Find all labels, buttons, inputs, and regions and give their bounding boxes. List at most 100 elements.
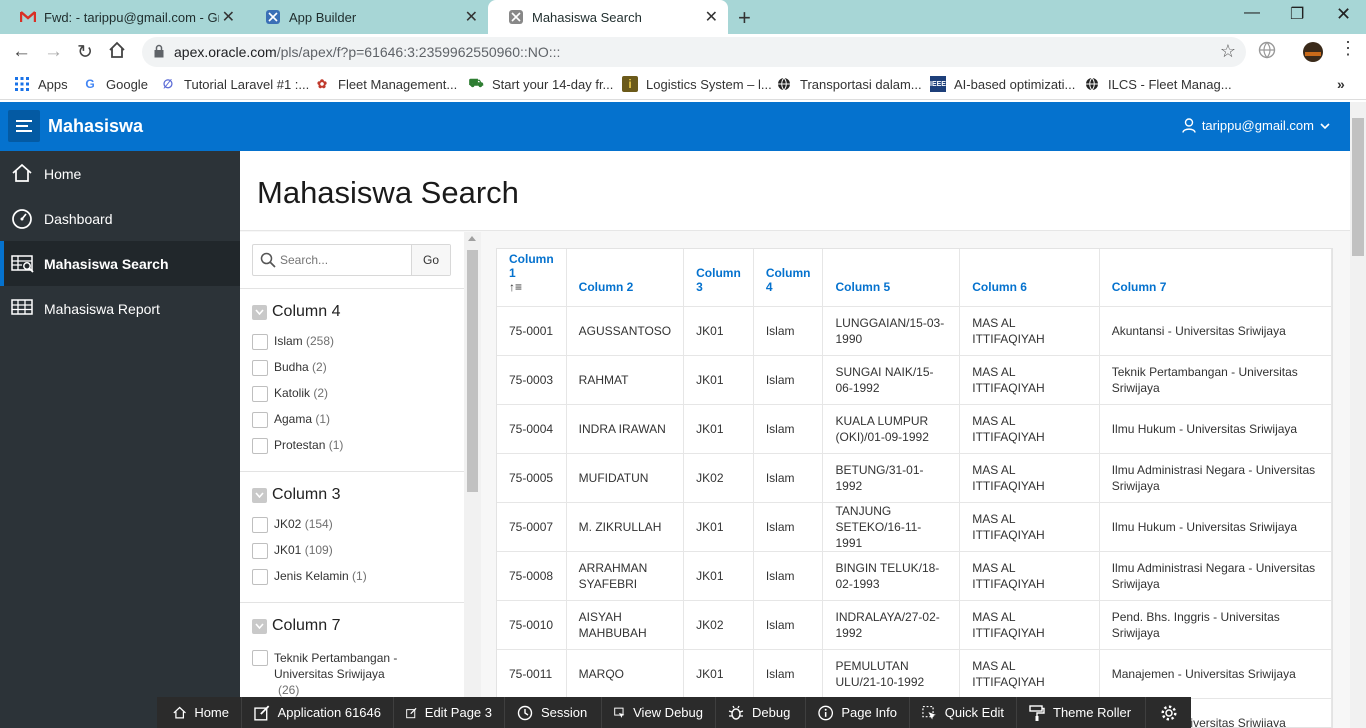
nav-item-home[interactable]: Home <box>0 151 240 196</box>
dev-page-info-button[interactable]: Page Info <box>806 697 910 728</box>
bookmark-google[interactable]: G Google <box>82 76 148 92</box>
tab-close-icon[interactable]: ✕ <box>465 7 478 27</box>
go-button[interactable]: Go <box>411 245 450 275</box>
facet-scrollbar[interactable] <box>464 232 481 728</box>
facet-option[interactable]: Jenis Kelamin (1) <box>252 569 367 585</box>
debug-view-icon <box>614 707 625 718</box>
user-menu[interactable]: tarippu@gmail.com <box>1182 118 1330 133</box>
facet-option[interactable]: JK01 (109) <box>252 543 333 559</box>
scrollbar-thumb[interactable] <box>1352 118 1364 256</box>
nav-toggle-button[interactable] <box>8 110 40 142</box>
bookmark-fleet[interactable]: ✿ Fleet Management... <box>314 76 457 92</box>
browser-menu-icon[interactable]: ⋮ <box>1339 38 1357 59</box>
table-cell: MAS AL ITTIFAQIYAH <box>959 306 1100 356</box>
search-report-icon <box>11 253 35 276</box>
facet-option[interactable]: JK02 (154) <box>252 517 333 533</box>
bookmark-star-icon[interactable]: ☆ <box>1220 41 1236 62</box>
logistics-icon: i <box>622 76 638 92</box>
facet-option[interactable]: Katolik (2) <box>252 386 328 402</box>
nav-item-mahasiswa-report[interactable]: Mahasiswa Report <box>0 286 240 331</box>
facet-option[interactable]: Budha (2) <box>252 360 327 376</box>
column-header[interactable]: Column 5 <box>822 249 961 307</box>
search-icon <box>260 252 276 273</box>
checkbox[interactable] <box>252 438 268 454</box>
bookmark-ilcs[interactable]: ILCS - Fleet Manag... <box>1084 76 1232 92</box>
dev-home-button[interactable]: Home <box>157 697 242 728</box>
nav-item-dashboard[interactable]: Dashboard <box>0 196 240 241</box>
app-name[interactable]: Mahasiswa <box>48 116 143 137</box>
browser-tab-app-builder[interactable]: App Builder ✕ <box>245 0 488 34</box>
back-icon[interactable]: ← <box>12 41 31 63</box>
home-icon[interactable] <box>108 41 126 65</box>
checkbox[interactable] <box>252 517 268 533</box>
column-header[interactable]: Column 6 <box>959 249 1100 307</box>
url-text: apex.oracle.com/pls/apex/f?p=61646:3:235… <box>174 44 561 60</box>
column-header[interactable]: Column 3 <box>683 249 754 307</box>
address-bar[interactable]: apex.oracle.com/pls/apex/f?p=61646:3:235… <box>142 37 1246 67</box>
dev-application-button[interactable]: Application 61646 <box>242 697 394 728</box>
dev-settings-button[interactable] <box>1146 697 1191 728</box>
close-window-icon[interactable]: ✕ <box>1336 4 1351 25</box>
table-cell: INDRA IRAWAN <box>566 404 685 454</box>
bookmark-trial[interactable]: ⛟ Start your 14-day fr... <box>468 76 613 92</box>
extension-globe-icon[interactable] <box>1258 41 1276 64</box>
column-header[interactable]: Column 1 ↑≡ <box>497 249 567 307</box>
bookmark-ieee[interactable]: IEEE AI-based optimizati... <box>930 76 1075 92</box>
facet-option[interactable]: Protestan (1) <box>252 438 343 454</box>
table-cell: Islam <box>753 404 824 454</box>
bookmark-laravel[interactable]: ∅ Tutorial Laravel #1 :... <box>160 76 309 92</box>
facet-option[interactable]: Islam (258) <box>252 334 334 350</box>
tab-close-icon[interactable]: ✕ <box>705 7 718 27</box>
new-tab-button[interactable]: + <box>738 5 751 31</box>
column-header[interactable]: Column 2 <box>566 249 685 307</box>
column-header[interactable]: Column 7 <box>1099 249 1332 307</box>
chevron-down-icon <box>1320 122 1330 129</box>
checkbox[interactable] <box>252 543 268 559</box>
browser-tab-gmail[interactable]: Fwd: - tarippu@gmail.com - Gma ✕ <box>0 0 245 34</box>
bookmarks-overflow-icon[interactable]: » <box>1337 76 1345 92</box>
table-cell: Pend. Bhs. Inggris - Universitas Sriwija… <box>1099 600 1332 650</box>
facet-option[interactable]: Agama (1) <box>252 412 330 428</box>
dev-session-button[interactable]: Session <box>505 697 602 728</box>
bookmark-transportasi[interactable]: Transportasi dalam... <box>776 76 922 92</box>
facet-header[interactable]: Column 7 <box>252 617 340 635</box>
checkbox[interactable] <box>252 360 268 376</box>
forward-icon[interactable]: → <box>44 41 63 63</box>
table-row: 75-0011 MARQO JK01 Islam PEMULUTAN ULU/21-10… <box>497 649 1332 699</box>
tab-close-icon[interactable]: ✕ <box>222 7 235 27</box>
dev-quick-edit-button[interactable]: Quick Edit <box>910 697 1017 728</box>
facet-header[interactable]: Column 4 <box>252 303 340 321</box>
avatar[interactable] <box>1302 41 1324 68</box>
dev-debug-button[interactable]: Debug <box>716 697 806 728</box>
facet-option[interactable]: Teknik Pertambangan - Universitas Sriwij… <box>252 650 452 698</box>
restore-icon[interactable]: ❐ <box>1290 4 1304 24</box>
column-header[interactable]: Column 4 <box>753 249 824 307</box>
table-cell: Manajemen - Universitas Sriwijaya <box>1099 649 1332 699</box>
nav-item-mahasiswa-search[interactable]: Mahasiswa Search <box>0 241 240 286</box>
quick-edit-icon <box>922 705 936 719</box>
dev-edit-page-button[interactable]: Edit Page 3 <box>394 697 505 728</box>
checkbox[interactable] <box>252 412 268 428</box>
bookmark-apps[interactable]: Apps <box>14 76 68 92</box>
globe-icon <box>1084 76 1100 92</box>
search-input[interactable] <box>280 250 410 270</box>
bookmark-logistics[interactable]: i Logistics System – l... <box>622 76 772 92</box>
table-cell: MAS AL ITTIFAQIYAH <box>959 404 1100 454</box>
table-cell: ARRAHMAN SYAFEBRI <box>566 551 685 601</box>
faceted-search: Go Column 4 Islam (258) Budha (2) Katoli… <box>240 232 464 728</box>
table-cell: Islam <box>753 453 824 503</box>
gmail-icon <box>20 9 36 25</box>
browser-tab-mahasiswa-search[interactable]: Mahasiswa Search ✕ <box>488 0 728 34</box>
minimize-icon[interactable]: — <box>1244 4 1260 22</box>
page-scrollbar[interactable] <box>1350 102 1366 728</box>
checkbox[interactable] <box>252 650 268 666</box>
scroll-up-icon[interactable] <box>468 236 476 241</box>
checkbox[interactable] <box>252 334 268 350</box>
dev-view-debug-button[interactable]: View Debug <box>602 697 716 728</box>
checkbox[interactable] <box>252 569 268 585</box>
reload-icon[interactable]: ↻ <box>77 41 93 64</box>
facet-header[interactable]: Column 3 <box>252 486 340 504</box>
checkbox[interactable] <box>252 386 268 402</box>
scrollbar-thumb[interactable] <box>467 250 478 492</box>
dev-theme-roller-button[interactable]: Theme Roller <box>1017 697 1146 728</box>
